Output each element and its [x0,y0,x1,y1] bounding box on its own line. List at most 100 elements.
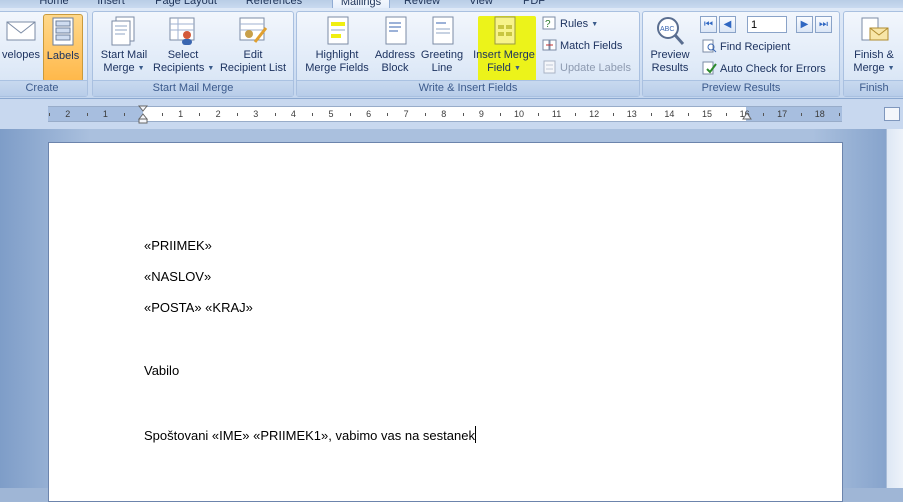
document-area: «PRIIMEK» «NASLOV» «POSTA» «KRAJ» Vabilo… [0,129,903,502]
ruler-number: 14 [664,109,675,119]
dropdown-arrow-icon: ▼ [137,65,145,72]
previous-record-button[interactable]: ◀ [719,16,736,33]
ruler-tick [575,113,577,116]
ruler-tick [124,113,126,116]
document-body-line[interactable]: Spoštovani «IME» «PRIIMEK1», vabimo vas … [144,426,476,443]
ruler-tick [725,113,727,116]
address-block-button[interactable]: Address Block [373,14,417,82]
tab-insert[interactable]: Insert [94,0,128,8]
tab-page-layout[interactable]: Page Layout [155,0,217,8]
preview-results-icon: ABC [654,16,686,46]
group-start-mail-merge: Start Mail Merge ▼ Select Recipients ▼ E… [92,11,294,97]
left-indent-marker[interactable] [137,105,149,127]
ruler-strip[interactable]: 2 1 1 2 3 4 5 6 7 8 9 10 11 12 13 14 15 16 17 18 [48,106,842,122]
ruler-tick [49,113,50,116]
preview-results-button[interactable]: ABC Preview Results [646,14,694,82]
tab-pdf[interactable]: PDF [522,0,546,8]
match-fields-button[interactable]: Match Fields [542,37,622,55]
ruler-tick [500,113,502,116]
ruler-tick [86,113,88,116]
dropdown-arrow-icon: ▼ [207,65,215,72]
ruler-tick [199,113,201,116]
match-fields-icon [542,38,557,52]
group-label-create: Create [0,80,87,96]
horizontal-ruler[interactable]: 2 1 1 2 3 4 5 6 7 8 9 10 11 12 13 14 15 16 17 18 [0,99,903,129]
ruler-tick [349,113,351,116]
insert-merge-field-icon [488,16,520,46]
text-caret [474,426,476,443]
svg-text:ABC: ABC [660,26,674,33]
rules-button[interactable]: ? Rules ▼ [542,15,598,33]
ruler-number: 18 [814,109,825,119]
ruler-number: 7 [403,109,409,119]
record-navigator: ⏮ ◀ ▶ ⏭ [700,16,838,33]
ruler-tick [462,113,464,116]
right-indent-marker[interactable] [742,111,752,123]
previous-record-icon: ◀ [723,19,732,30]
ruler-tick [425,113,426,116]
select-recipients-icon [167,16,199,46]
ruler-number: 12 [589,109,600,119]
first-record-icon: ⏮ [704,19,713,30]
tab-references[interactable]: References [243,0,305,8]
ruler-number: 17 [777,109,788,119]
envelopes-button[interactable]: velopes [1,14,41,82]
ruler-number: 3 [253,109,259,119]
ribbon-tab-strip: Home Insert Page Layout References Maili… [0,0,903,9]
next-record-button[interactable]: ▶ [796,16,813,33]
highlight-merge-fields-button[interactable]: Highlight Merge Fields [301,14,373,82]
first-record-button[interactable]: ⏮ [700,16,717,33]
ruler-tick [688,113,690,116]
group-preview-results: ABC Preview Results ⏮ ◀ ▶ ⏭ Find Recipie… [642,11,840,97]
find-recipient-button[interactable]: Find Recipient [702,38,790,56]
auto-check-for-errors-button[interactable]: Auto Check for Errors [702,60,826,78]
tab-review[interactable]: Review [403,0,441,8]
group-write-insert-fields: Highlight Merge Fields Address Block Gre… [296,11,640,97]
group-create: velopes Labels Create [0,11,88,97]
start-mail-merge-button[interactable]: Start Mail Merge ▼ [95,14,153,82]
labels-button[interactable]: Labels [43,14,83,82]
finish-merge-icon [858,16,890,46]
ruler-tick [763,113,765,116]
ruler-tick [274,113,276,116]
ruler-number: 2 [215,109,221,119]
tab-view[interactable]: View [466,0,496,8]
document-heading-vabilo[interactable]: Vabilo [144,363,179,378]
labels-icon [47,17,79,47]
ruler-number: 15 [701,109,713,119]
merge-field-posta-kraj[interactable]: «POSTA» «KRAJ» [144,300,253,315]
select-recipients-button[interactable]: Select Recipients ▼ [153,14,215,82]
edit-recipient-list-icon [237,16,269,46]
tab-home[interactable]: Home [36,0,72,8]
group-label-start-mail-merge: Start Mail Merge [93,80,293,96]
record-number-input[interactable] [747,16,787,33]
group-label-write-insert-fields: Write & Insert Fields [297,80,639,96]
ruler-tick [650,113,652,116]
ruler-number: 11 [551,109,562,119]
ruler-number: 8 [441,109,447,119]
dropdown-arrow-icon: ▼ [887,65,895,72]
ruler-number: 1 [178,109,184,119]
last-record-button[interactable]: ⏭ [815,16,832,33]
update-labels-icon [542,60,557,74]
vertical-scrollbar[interactable] [886,129,903,488]
greeting-line-button[interactable]: Greeting Line [419,14,465,82]
merge-field-priimek[interactable]: «PRIIMEK» [144,238,212,253]
view-ruler-icon[interactable] [884,107,900,121]
ruler-number: 1 [102,109,108,119]
ruler-tick [613,113,614,116]
update-labels-button[interactable]: Update Labels [542,59,631,77]
group-label-preview-results: Preview Results [643,80,839,96]
dropdown-arrow-icon: ▼ [591,21,599,28]
rules-icon: ? [542,16,557,30]
ribbon: velopes Labels Create Start Mail Merge ▼… [0,8,903,99]
ruler-tick [838,113,840,116]
next-record-icon: ▶ [800,19,809,30]
finish-merge-button[interactable]: Finish & Merge ▼ [846,14,902,82]
insert-merge-field-button[interactable]: Insert Merge Field ▼ [467,14,541,82]
merge-field-naslov[interactable]: «NASLOV» [144,269,211,284]
document-page[interactable]: «PRIIMEK» «NASLOV» «POSTA» «KRAJ» Vabilo… [48,142,843,502]
ruler-number: 10 [513,109,525,119]
edit-recipient-list-button[interactable]: Edit Recipient List [215,14,291,82]
ruler-number: 9 [478,109,484,119]
